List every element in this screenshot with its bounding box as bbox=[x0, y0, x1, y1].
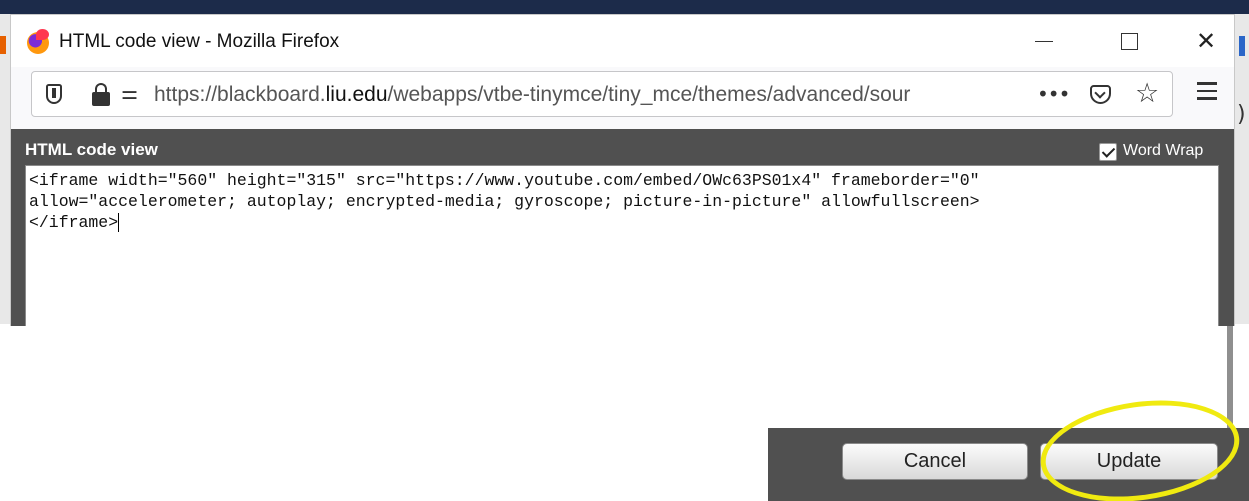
code-line-last: </iframe> bbox=[29, 213, 120, 232]
firefox-popup-window: HTML code view - Mozilla Firefox ✕ ⚌ htt… bbox=[10, 14, 1235, 326]
update-button[interactable]: Update bbox=[1040, 443, 1218, 480]
dialog-right-edge bbox=[1227, 326, 1233, 428]
window-title: HTML code view - Mozilla Firefox bbox=[59, 31, 340, 52]
minimize-icon bbox=[1035, 40, 1053, 42]
tracking-protection-shield-icon[interactable] bbox=[46, 84, 62, 104]
html-code-view-dialog: HTML code view Word Wrap <iframe width="… bbox=[11, 129, 1234, 326]
html-code-textarea[interactable]: <iframe width="560" height="315" src="ht… bbox=[25, 165, 1219, 326]
cancel-button[interactable]: Cancel bbox=[842, 443, 1028, 480]
screenshot-canvas: ) HTML code view - Mozilla Firefox ✕ ⚌ h… bbox=[0, 0, 1249, 501]
word-wrap-label[interactable]: Word Wrap bbox=[1123, 142, 1203, 160]
dialog-title: HTML code view bbox=[25, 140, 158, 159]
hamburger-menu-icon[interactable] bbox=[1197, 82, 1217, 100]
url-suffix: /webapps/vtbe-tinymce/tiny_mce/themes/ad… bbox=[387, 83, 911, 106]
close-icon: ✕ bbox=[1195, 27, 1217, 55]
lock-icon[interactable] bbox=[92, 83, 110, 106]
url-prefix: https://blackboard. bbox=[154, 83, 326, 106]
maximize-button[interactable] bbox=[1106, 23, 1152, 59]
background-window-right-edge: ) bbox=[1235, 14, 1249, 324]
pocket-icon[interactable] bbox=[1090, 85, 1111, 104]
background-window-left-edge bbox=[0, 14, 10, 324]
permissions-icon[interactable]: ⚌ bbox=[121, 82, 138, 104]
url-text[interactable]: https://blackboard.liu.edu/webapps/vtbe-… bbox=[154, 83, 910, 107]
minimize-button[interactable] bbox=[1021, 23, 1067, 59]
dialog-button-bar: Cancel Update bbox=[768, 428, 1249, 501]
page-actions-more-icon[interactable]: ••• bbox=[1037, 82, 1070, 106]
firefox-logo-icon bbox=[27, 29, 49, 54]
code-line: <iframe width="560" height="315" src="ht… bbox=[29, 171, 980, 190]
code-line: allow="accelerometer; autoplay; encrypte… bbox=[29, 192, 980, 211]
title-bar: HTML code view - Mozilla Firefox ✕ bbox=[11, 15, 1234, 67]
text-caret bbox=[118, 213, 120, 232]
maximize-icon bbox=[1120, 32, 1138, 50]
background-window-strip bbox=[0, 0, 1249, 14]
address-bar[interactable]: ⚌ https://blackboard.liu.edu/webapps/vtb… bbox=[31, 71, 1173, 117]
word-wrap-checkbox[interactable] bbox=[1099, 143, 1117, 161]
bookmark-star-icon[interactable]: ☆ bbox=[1135, 78, 1159, 109]
close-button[interactable]: ✕ bbox=[1183, 23, 1229, 59]
url-domain: liu.edu bbox=[325, 83, 388, 106]
